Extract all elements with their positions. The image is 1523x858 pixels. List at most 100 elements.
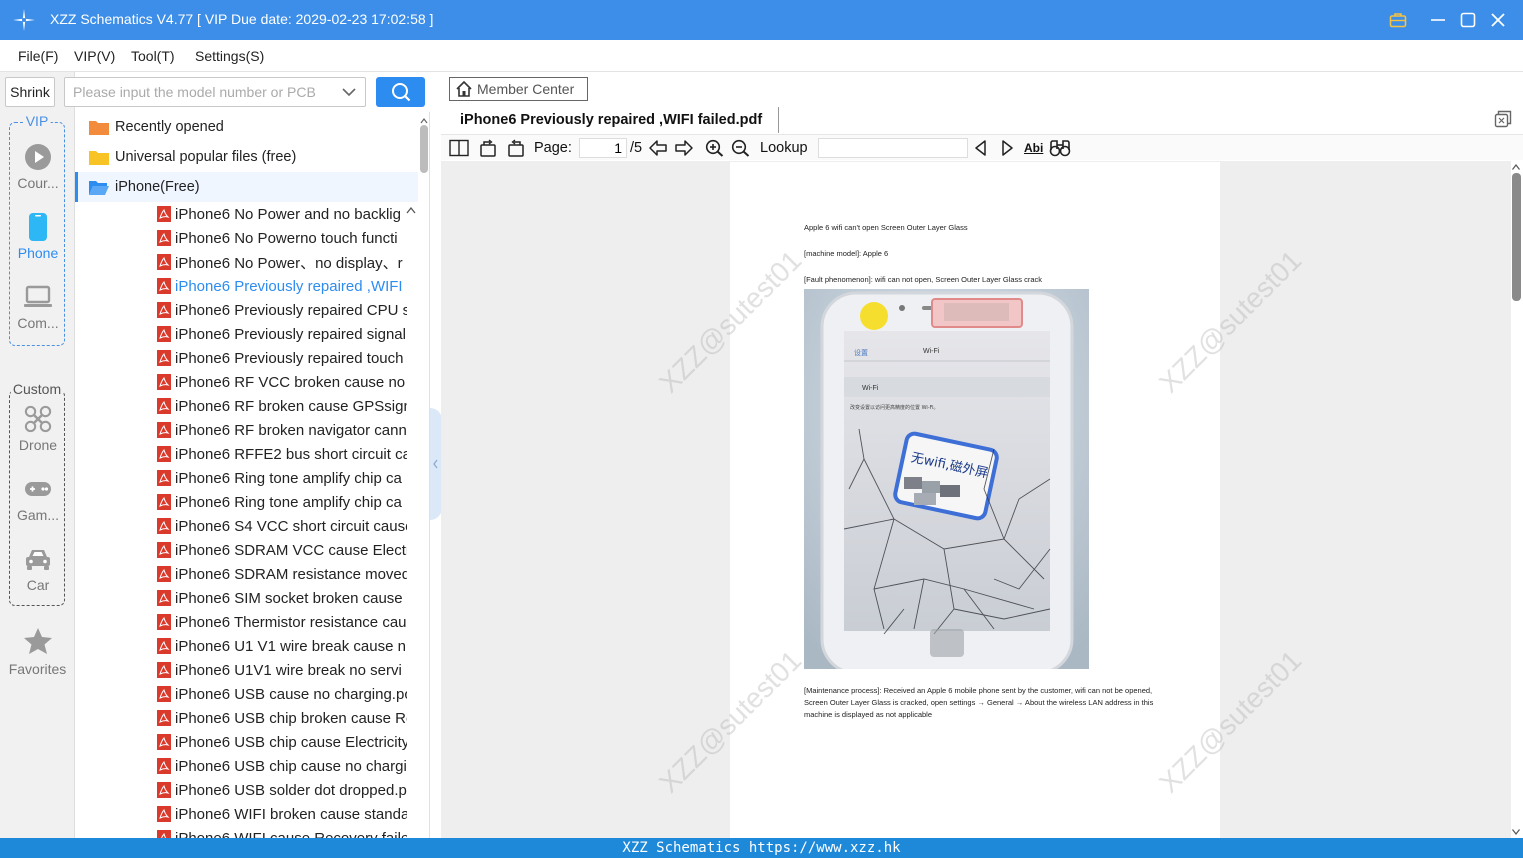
file-item[interactable]: iPhone6 WIFI cause Recovery failed <box>157 826 407 838</box>
vip-group-label: VIP <box>23 113 51 129</box>
file-item[interactable]: iPhone6 U1 V1 wire break cause n <box>157 634 407 658</box>
briefcase-icon[interactable] <box>1386 8 1410 32</box>
file-label: iPhone6 No Power、no display、r <box>175 254 403 272</box>
menu-file[interactable]: File(F) <box>18 48 58 64</box>
folder-recently-opened[interactable]: Recently opened <box>75 112 418 142</box>
category-rail: Shrink VIP Cour... Phone Com... Custom D… <box>0 72 75 838</box>
pdf-file-icon <box>157 422 171 438</box>
restore-window-icon[interactable] <box>1494 110 1512 128</box>
file-item[interactable]: iPhone6 Ring tone amplify chip ca <box>157 466 407 490</box>
file-item[interactable]: iPhone6 RFFE2 bus short circuit cau <box>157 442 407 466</box>
search-input[interactable] <box>64 77 366 107</box>
match-case-button[interactable]: Abi <box>1024 139 1043 157</box>
maximize-button[interactable] <box>1456 8 1480 32</box>
file-item[interactable]: iPhone6 Previously repaired touch <box>157 346 407 370</box>
chevron-down-icon[interactable] <box>1511 828 1521 836</box>
file-item[interactable]: iPhone6 USB chip cause Electricity <box>157 730 407 754</box>
rail-item-drone[interactable]: Drone <box>10 405 66 465</box>
file-item[interactable]: iPhone6 U1V1 wire break no servi <box>157 658 407 682</box>
menu-vip[interactable]: VIP(V) <box>74 48 115 64</box>
file-item[interactable]: iPhone6 No Power and no backlig <box>157 202 407 226</box>
close-button[interactable] <box>1486 8 1510 32</box>
file-item[interactable]: iPhone6 No Powerno touch functi <box>157 226 407 250</box>
file-item[interactable]: iPhone6 USB cause no charging.pc <box>157 682 407 706</box>
search-button[interactable] <box>376 77 425 107</box>
file-item[interactable]: iPhone6 S4 VCC short circuit cause <box>157 514 407 538</box>
doc-title-line: Apple 6 wifi can't open Screen Outer Lay… <box>804 223 968 232</box>
file-item[interactable]: iPhone6 RF VCC broken cause no s <box>157 370 407 394</box>
rotate-left-button[interactable] <box>479 139 499 157</box>
file-item[interactable]: iPhone6 Thermistor resistance cau <box>157 610 407 634</box>
menu-settings[interactable]: Settings(S) <box>195 48 264 64</box>
file-label: iPhone6 RF VCC broken cause no s <box>175 373 407 391</box>
page-number-input[interactable] <box>579 138 627 158</box>
file-label: iPhone6 Ring tone amplify chip ca <box>175 493 402 511</box>
folder-universal-popular[interactable]: Universal popular files (free) <box>75 142 418 172</box>
file-item[interactable]: iPhone6 SDRAM resistance moved <box>157 562 407 586</box>
file-label: iPhone6 Previously repaired ,WIFI f <box>175 277 407 295</box>
file-label: iPhone6 USB solder dot dropped.p <box>175 781 407 799</box>
rail-item-phone[interactable]: Phone <box>10 213 66 273</box>
rail-item-courses[interactable]: Cour... <box>10 143 66 203</box>
file-label: iPhone6 RF broken navigator cann <box>175 421 407 439</box>
menu-tool[interactable]: Tool(T) <box>131 48 175 64</box>
file-item[interactable]: iPhone6 Ring tone amplify chip ca <box>157 490 407 514</box>
binoculars-icon <box>1049 140 1071 157</box>
tree-scrollbar[interactable] <box>419 116 429 838</box>
file-item[interactable]: iPhone6 Previously repaired CPU s <box>157 298 407 322</box>
find-all-button[interactable] <box>1049 139 1071 157</box>
previous-page-button[interactable] <box>648 139 668 157</box>
folder-open-icon <box>89 181 109 195</box>
chevron-up-icon[interactable] <box>1511 163 1521 171</box>
file-item[interactable]: iPhone6 USB chip broken cause Re <box>157 706 407 730</box>
chevron-down-icon[interactable] <box>341 84 357 100</box>
lookup-input[interactable] <box>818 138 968 158</box>
file-label: iPhone6 SIM socket broken cause <box>175 589 403 607</box>
doc-fault-line: [Fault phenomenon]: wifi can not open, S… <box>804 275 1043 284</box>
pdf-viewer[interactable]: Apple 6 wifi can't open Screen Outer Lay… <box>441 161 1511 838</box>
zoom-in-button[interactable] <box>705 139 725 157</box>
favorites-button[interactable]: Favorites <box>0 627 75 677</box>
doc-maintenance-text: [Maintenance process]: Received an Apple… <box>804 686 1154 719</box>
rotate-right-button[interactable] <box>505 139 525 157</box>
app-logo-icon <box>13 9 35 31</box>
favorites-label: Favorites <box>8 661 67 677</box>
file-item[interactable]: iPhone6 USB solder dot dropped.p <box>157 778 407 802</box>
file-label: iPhone6 Ring tone amplify chip ca <box>175 469 402 487</box>
minimize-button[interactable] <box>1426 8 1450 32</box>
tree-scroll-thumb[interactable] <box>420 125 428 173</box>
pdf-file-icon <box>157 806 171 822</box>
split-view-button[interactable] <box>449 139 469 157</box>
file-item[interactable]: iPhone6 USB chip cause no chargi <box>157 754 407 778</box>
chevron-up-icon[interactable] <box>405 205 417 215</box>
file-label: iPhone6 USB chip cause Electricity <box>175 733 407 751</box>
file-item[interactable]: iPhone6 SIM socket broken cause <box>157 586 407 610</box>
folder-iphone-free[interactable]: iPhone(Free) <box>75 172 418 202</box>
file-item[interactable]: iPhone6 No Power、no display、r <box>157 250 407 274</box>
doc-model-line: [machine model]: Apple 6 <box>804 249 889 258</box>
folder-label: iPhone(Free) <box>115 179 200 195</box>
file-item[interactable]: iPhone6 RF broken cause GPSsigna <box>157 394 407 418</box>
file-item[interactable]: iPhone6 SDRAM VCC cause Electri <box>157 538 407 562</box>
find-previous-button[interactable] <box>973 139 989 157</box>
viewer-scroll-thumb[interactable] <box>1512 173 1521 301</box>
folder-icon <box>89 121 109 135</box>
pdf-file-icon <box>157 710 171 726</box>
rail-item-car[interactable]: Car <box>10 545 66 605</box>
rail-item-game[interactable]: Gam... <box>10 475 66 535</box>
file-item[interactable]: iPhone6 WIFI broken cause standa <box>157 802 407 826</box>
file-item[interactable]: iPhone6 Previously repaired signal <box>157 322 407 346</box>
file-label: iPhone6 No Power and no backlig <box>175 205 401 223</box>
file-item[interactable]: iPhone6 Previously repaired ,WIFI f <box>157 274 407 298</box>
find-next-button[interactable] <box>999 139 1015 157</box>
member-center-button[interactable]: Member Center <box>449 77 588 101</box>
zoom-out-button[interactable] <box>731 139 751 157</box>
lookup-label: Lookup <box>760 140 808 156</box>
file-label: iPhone6 U1 V1 wire break cause n <box>175 637 406 655</box>
rail-item-computer[interactable]: Com... <box>10 283 66 343</box>
shrink-button[interactable]: Shrink <box>5 77 55 107</box>
menu-bar: File(F) VIP(V) Tool(T) Settings(S) <box>0 40 1523 72</box>
next-page-button[interactable] <box>674 139 694 157</box>
document-tab[interactable]: iPhone6 Previously repaired ,WIFI failed… <box>449 107 779 133</box>
file-item[interactable]: iPhone6 RF broken navigator cann <box>157 418 407 442</box>
